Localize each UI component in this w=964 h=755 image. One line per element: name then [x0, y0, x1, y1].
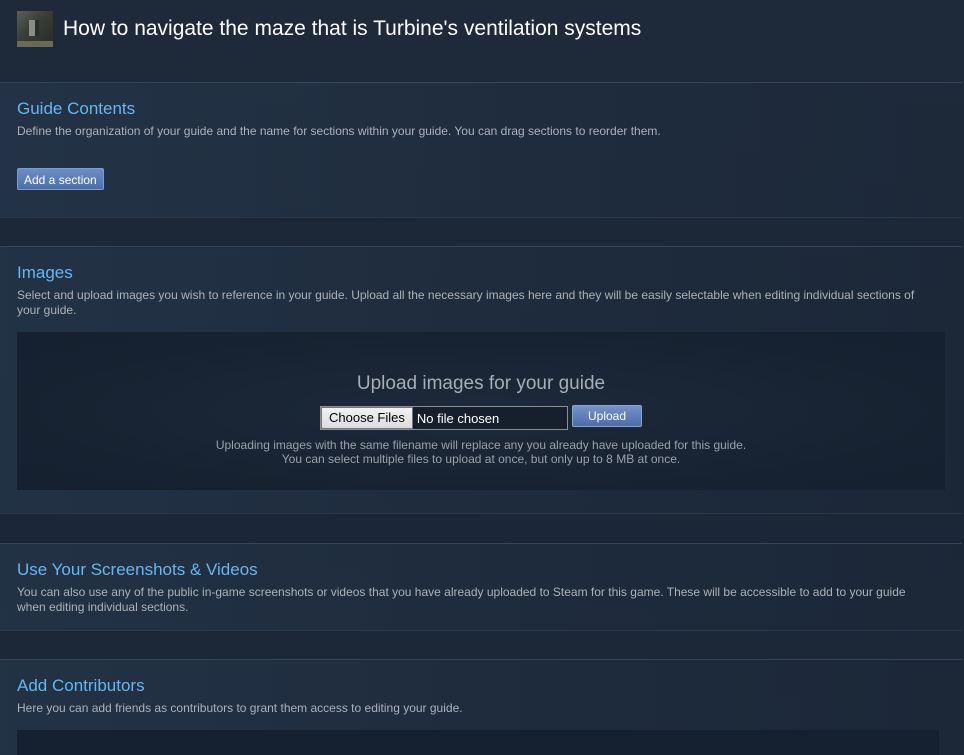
add-section-button[interactable]: Add a section — [17, 168, 104, 190]
screenshots-section: Use Your Screenshots & Videos You can al… — [0, 543, 962, 631]
choose-files-button[interactable]: Choose Files — [321, 407, 413, 429]
page-title: How to navigate the maze that is Turbine… — [63, 17, 642, 40]
no-file-chosen-text: No file chosen — [416, 410, 500, 426]
images-section: Images Select and upload images you wish… — [0, 246, 962, 514]
upload-note-line2: You can select multiple files to upload … — [281, 452, 681, 466]
file-input[interactable]: Choose Files No file chosen — [320, 406, 568, 430]
guide-editor-page: How to navigate the maze that is Turbine… — [0, 0, 964, 755]
section-desc-contributors: Here you can add friends as contributors… — [17, 701, 463, 715]
guide-contents-section: Guide Contents Define the organization o… — [0, 82, 962, 218]
contributors-section: Add Contributors Here you can add friend… — [0, 659, 962, 755]
page-header: How to navigate the maze that is Turbine… — [17, 11, 641, 47]
contributors-panel — [17, 730, 939, 755]
section-title-images: Images — [17, 263, 73, 282]
section-desc-guide-contents: Define the organization of your guide an… — [17, 124, 661, 138]
upload-row: Choose Files No file chosen Upload — [320, 405, 643, 430]
section-title-guide-contents: Guide Contents — [17, 99, 136, 118]
section-desc-screenshots: You can also use any of the public in-ga… — [17, 585, 906, 614]
section-desc-images: Select and upload images you wish to ref… — [17, 288, 915, 317]
section-title-screenshots: Use Your Screenshots & Videos — [17, 560, 258, 579]
upload-button[interactable]: Upload — [572, 405, 643, 427]
section-title-contributors: Add Contributors — [17, 676, 145, 695]
upload-note-line1: Uploading images with the same filename … — [215, 438, 747, 452]
upload-title: Upload images for your guide — [356, 373, 606, 394]
game-thumbnail — [17, 11, 53, 47]
image-upload-panel: Upload images for your guide Choose File… — [17, 332, 945, 490]
